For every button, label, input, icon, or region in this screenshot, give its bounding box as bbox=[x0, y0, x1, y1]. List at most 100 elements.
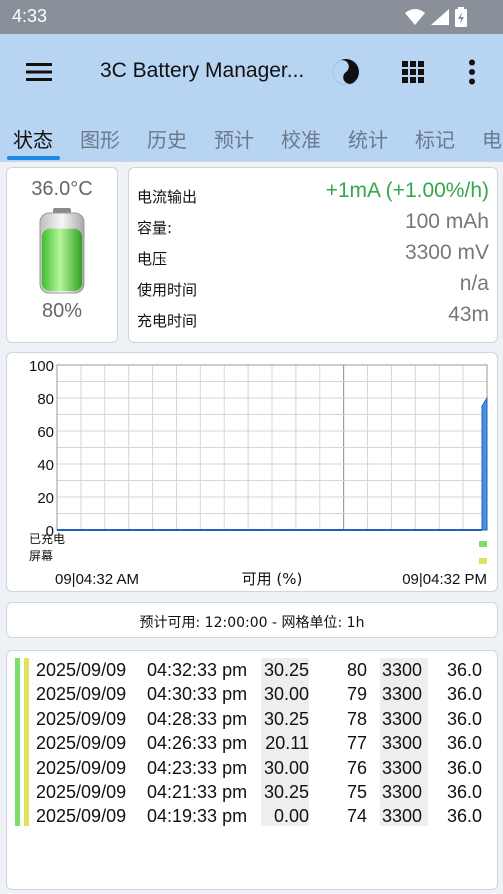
log-temp: 36.0 bbox=[446, 660, 482, 680]
yin-yang-icon[interactable] bbox=[329, 55, 363, 89]
log-date: 2025/09/09 bbox=[36, 782, 127, 802]
info-row-voltage: 电压 3300 mV bbox=[129, 241, 497, 271]
grid-apps-icon[interactable] bbox=[396, 55, 430, 89]
y-tick-label: 40 bbox=[37, 457, 54, 474]
info-row-usage-time: 使用时间 n/a bbox=[129, 272, 497, 302]
y-tick-label: 80 bbox=[37, 391, 54, 408]
hamburger-menu-icon[interactable] bbox=[24, 59, 54, 85]
log-date: 2025/09/09 bbox=[36, 757, 127, 778]
log-voltage: 3300 bbox=[382, 684, 423, 705]
battery-info-card: 电流输出 +1mA (+1.00%/h) 容量: 100 mAh 电压 3300… bbox=[128, 167, 498, 343]
log-level: 74 bbox=[346, 806, 367, 827]
log-time: 04:28:33 pm bbox=[147, 708, 248, 729]
log-rate: 20.11 bbox=[265, 733, 309, 754]
battery-temperature: 36.0°C bbox=[31, 178, 93, 200]
y-tick-label: 100 bbox=[29, 358, 54, 375]
info-label: 容量: bbox=[137, 219, 173, 237]
log-date: 2025/09/09 bbox=[36, 660, 127, 680]
log-row[interactable]: 2025/09/09 04:19:33 pm 0.00 74 3300 36.0 bbox=[7, 804, 497, 828]
log-time: 04:21:33 pm bbox=[147, 782, 248, 802]
log-voltage: 3300 bbox=[382, 806, 423, 827]
log-temp: 36.0 bbox=[446, 806, 482, 827]
log-level: 77 bbox=[346, 733, 367, 754]
screen-marker bbox=[479, 558, 487, 564]
forecast-text: 预计可用: 12:00:00 - 网格单位: 1h bbox=[139, 615, 365, 631]
row-label-screen: 屏幕 bbox=[29, 549, 53, 563]
log-temp: 36.0 bbox=[446, 757, 482, 778]
battery-charging-icon bbox=[455, 7, 467, 27]
info-value: n/a bbox=[459, 272, 489, 295]
more-vert-icon[interactable] bbox=[455, 55, 489, 89]
info-row-capacity: 容量: 100 mAh bbox=[129, 210, 497, 240]
info-value: 3300 mV bbox=[404, 241, 489, 264]
log-date: 2025/09/09 bbox=[36, 806, 127, 827]
log-rate: 30.25 bbox=[263, 660, 309, 680]
info-label: 使用时间 bbox=[137, 281, 198, 299]
log-temp: 36.0 bbox=[446, 782, 482, 802]
log-rate: 30.25 bbox=[263, 708, 309, 729]
row-label-charged: 已充电 bbox=[29, 531, 65, 546]
info-value: 43m bbox=[448, 303, 489, 326]
x-axis-label: 可用 (%) bbox=[242, 570, 303, 588]
system-icons bbox=[405, 7, 467, 27]
battery-chart-card[interactable]: 100 80 60 40 20 0 已充电 屏幕 09|04:32 AM 可用 (%) 09|04:… bbox=[6, 352, 498, 592]
info-label: 电流输出 bbox=[137, 188, 198, 206]
tab-history[interactable]: 历史 bbox=[147, 124, 187, 153]
log-row[interactable]: 2025/09/09 04:28:33 pm 30.25 78 3300 36.0 bbox=[7, 707, 497, 731]
log-date: 2025/09/09 bbox=[36, 708, 127, 729]
info-row-current: 电流输出 +1mA (+1.00%/h) bbox=[129, 179, 497, 209]
history-log-card[interactable]: 2025/09/09 04:32:33 pm 30.25 80 3300 36.0 2025… bbox=[6, 650, 498, 890]
log-voltage: 3300 bbox=[382, 660, 423, 680]
tab-graph[interactable]: 图形 bbox=[80, 124, 120, 153]
battery-card[interactable]: 36.0°C 80% bbox=[6, 167, 118, 343]
tab-markers[interactable]: 标记 bbox=[415, 124, 455, 153]
battery-chart: 100806040200已充电屏幕09|04:32 AM 可用 (%) 09|04:… bbox=[29, 358, 488, 588]
charge-marker bbox=[479, 541, 487, 547]
tab-bar: 状态 图形 历史 预计 校准 统计 标记 电 bbox=[0, 112, 503, 162]
log-rate: 30.00 bbox=[263, 684, 309, 705]
log-date: 2025/09/09 bbox=[36, 684, 127, 705]
tab-more[interactable]: 电 bbox=[482, 124, 502, 153]
log-level: 79 bbox=[346, 684, 367, 705]
log-level: 75 bbox=[346, 782, 367, 802]
signal-icon bbox=[431, 9, 449, 25]
app-title: 3C Battery Manager... bbox=[100, 59, 305, 82]
log-row[interactable]: 2025/09/09 04:30:33 pm 30.00 79 3300 36.0 bbox=[7, 682, 497, 706]
log-voltage: 3300 bbox=[382, 782, 423, 802]
log-time: 04:26:33 pm bbox=[147, 733, 248, 754]
log-level: 76 bbox=[346, 757, 367, 778]
log-row[interactable]: 2025/09/09 04:32:33 pm 30.25 80 3300 36.0 bbox=[7, 658, 497, 682]
log-time: 04:19:33 pm bbox=[147, 806, 248, 827]
status-time: 4:33 bbox=[12, 6, 48, 26]
log-temp: 36.0 bbox=[446, 733, 482, 754]
log-voltage: 3300 bbox=[382, 757, 423, 778]
log-temp: 36.0 bbox=[446, 684, 482, 705]
y-tick-label: 60 bbox=[37, 424, 54, 441]
info-value: 100 mAh bbox=[404, 210, 489, 233]
tab-estimate[interactable]: 预计 bbox=[214, 124, 254, 153]
tab-status[interactable]: 状态 bbox=[13, 124, 53, 153]
log-row[interactable]: 2025/09/09 04:26:33 pm 20.11 77 3300 36.0 bbox=[7, 731, 497, 755]
battery-percentage: 80% bbox=[41, 300, 83, 322]
log-row[interactable]: 2025/09/09 04:21:33 pm 30.25 75 3300 36.0 bbox=[7, 780, 497, 804]
log-row[interactable]: 2025/09/09 04:23:33 pm 30.00 76 3300 36.0 bbox=[7, 756, 497, 780]
tab-calibrate[interactable]: 校准 bbox=[281, 124, 321, 153]
log-temp: 36.0 bbox=[446, 708, 482, 729]
log-rate: 30.25 bbox=[263, 782, 309, 802]
info-value: +1mA (+1.00%/h) bbox=[325, 179, 489, 202]
info-label: 电压 bbox=[137, 250, 168, 268]
app-bar: 3C Battery Manager... bbox=[0, 34, 503, 112]
x-start-label: 09|04:32 AM bbox=[55, 571, 139, 588]
status-bar: 4:33 bbox=[0, 0, 503, 34]
forecast-card[interactable]: 预计可用: 12:00:00 - 网格单位: 1h bbox=[6, 602, 498, 638]
tab-statistics[interactable]: 统计 bbox=[348, 124, 388, 153]
info-row-charge-time: 充电时间 43m bbox=[129, 303, 497, 333]
log-time: 04:32:33 pm bbox=[147, 660, 248, 680]
log-level: 78 bbox=[346, 708, 367, 729]
log-voltage: 3300 bbox=[382, 733, 423, 754]
y-tick-label: 20 bbox=[37, 490, 54, 507]
log-level: 80 bbox=[346, 660, 367, 680]
info-label: 充电时间 bbox=[137, 312, 198, 330]
tab-indicator bbox=[7, 156, 60, 160]
battery-level-icon bbox=[39, 208, 85, 294]
